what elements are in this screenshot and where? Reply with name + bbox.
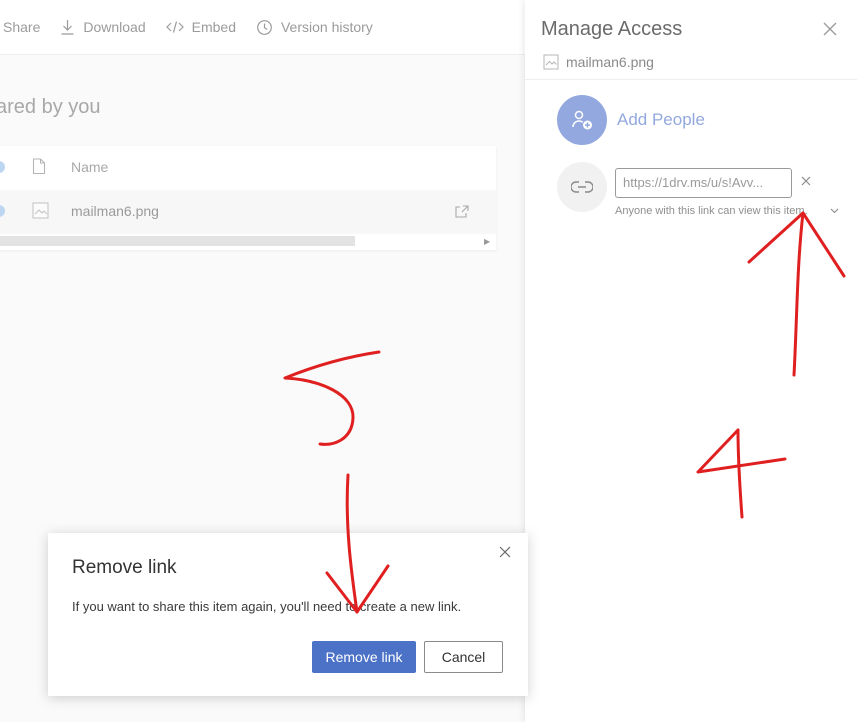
- table-row[interactable]: mailman6.png: [0, 190, 496, 234]
- row-select-radio[interactable]: [0, 205, 5, 217]
- cancel-button[interactable]: Cancel: [424, 641, 503, 673]
- download-button[interactable]: Download: [60, 19, 146, 35]
- image-file-icon: [543, 54, 559, 70]
- dialog-message: If you want to share this item again, yo…: [72, 599, 462, 614]
- file-name[interactable]: mailman6.png: [71, 203, 159, 219]
- link-url-field[interactable]: https://1drv.ms/u/s!Avv...: [615, 168, 792, 198]
- embed-label: Embed: [191, 19, 236, 35]
- divider: [525, 79, 857, 80]
- share-label: Share: [3, 19, 41, 35]
- remove-link-icon[interactable]: [801, 176, 811, 186]
- remove-link-dialog: Remove link If you want to share this it…: [48, 533, 528, 696]
- chevron-down-icon[interactable]: [830, 208, 839, 214]
- dialog-title: Remove link: [72, 557, 177, 578]
- select-all-radio[interactable]: [0, 161, 5, 173]
- remove-link-button[interactable]: Remove link: [312, 641, 416, 673]
- close-icon[interactable]: [823, 22, 837, 36]
- scrollbar-thumb[interactable]: [0, 236, 355, 246]
- link-icon: [571, 181, 593, 193]
- file-list: Name mailman6.png ▶: [0, 146, 496, 250]
- share-button[interactable]: Share: [3, 19, 40, 35]
- add-people-avatar: [557, 95, 607, 145]
- history-icon: [257, 19, 272, 35]
- download-label: Download: [83, 19, 146, 35]
- panel-title: Manage Access: [541, 18, 683, 40]
- link-avatar: [557, 162, 607, 212]
- table-header-row: Name: [0, 146, 496, 190]
- panel-file-name: mailman6.png: [543, 54, 654, 70]
- manage-access-panel: Manage Access mailman6.png Add People ht: [525, 0, 857, 722]
- annotation-numeral-5: [283, 350, 381, 446]
- page-heading: ared by you: [0, 96, 101, 118]
- version-history-button[interactable]: Version history: [256, 19, 373, 36]
- link-permission-text[interactable]: Anyone with this link can view this item…: [615, 205, 808, 217]
- horizontal-scrollbar[interactable]: ▶: [0, 236, 496, 246]
- close-icon[interactable]: [499, 546, 511, 558]
- file-icon: [32, 158, 46, 175]
- embed-button[interactable]: Embed: [165, 19, 236, 35]
- scroll-right-arrow[interactable]: ▶: [484, 237, 490, 246]
- download-icon: [61, 20, 74, 35]
- add-people-icon: [572, 110, 592, 130]
- add-people-label: Add People: [617, 110, 705, 129]
- embed-icon: [165, 21, 184, 33]
- column-header-name[interactable]: Name: [71, 159, 108, 175]
- share-icon[interactable]: [454, 203, 470, 219]
- command-bar: Share Download Embed Version history: [0, 0, 525, 55]
- image-file-icon: [32, 202, 49, 219]
- add-people-button[interactable]: Add People: [557, 95, 705, 145]
- file-name-label: mailman6.png: [566, 54, 654, 70]
- version-history-label: Version history: [280, 19, 373, 35]
